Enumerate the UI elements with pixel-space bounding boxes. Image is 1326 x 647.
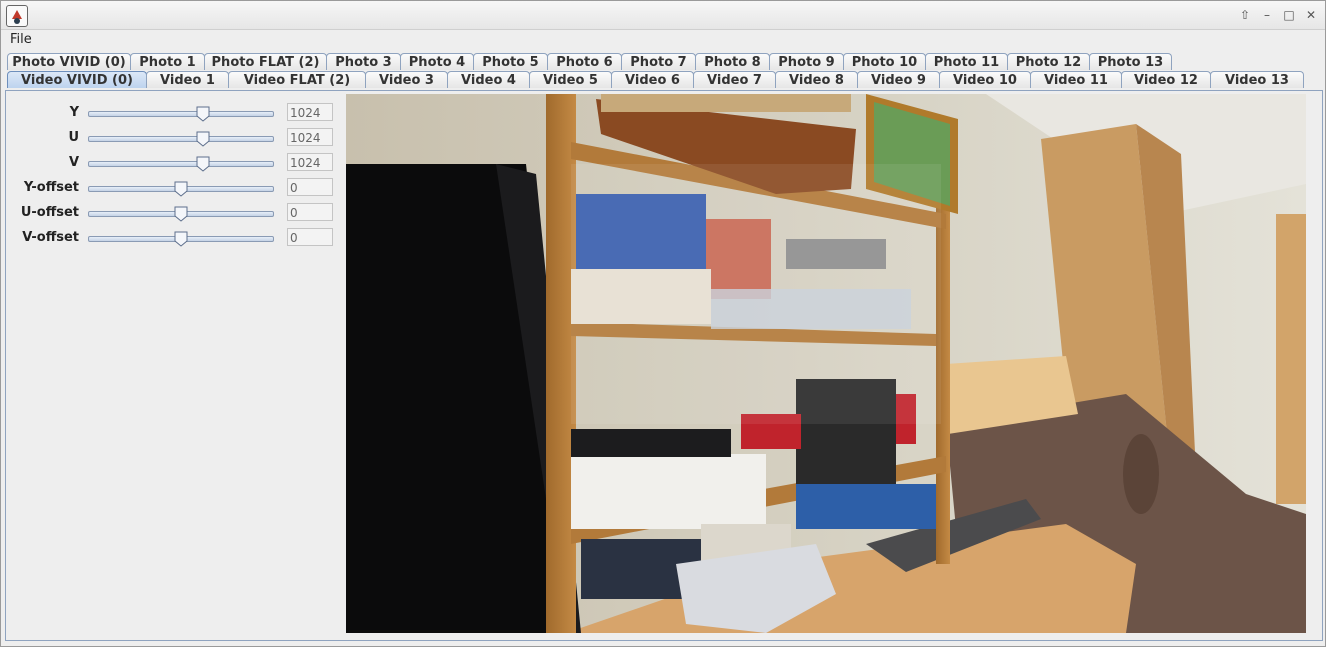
camera-preview-image	[346, 94, 1306, 633]
slider-track[interactable]	[88, 206, 274, 222]
slider-row: V 1024	[6, 153, 342, 173]
photo-tab-5[interactable]: Photo 5	[473, 53, 548, 70]
slider-thumb-icon[interactable]	[174, 206, 188, 222]
video-tab-6[interactable]: Video 6	[611, 71, 694, 88]
slider-thumb-icon[interactable]	[196, 131, 210, 147]
video-tab-3[interactable]: Video 3	[365, 71, 448, 88]
video-tab-2[interactable]: Video FLAT (2)	[228, 71, 366, 88]
slider-track[interactable]	[88, 231, 274, 247]
video-tab-12[interactable]: Video 12	[1121, 71, 1211, 88]
photo-tab-3[interactable]: Photo 3	[326, 53, 401, 70]
photo-tab-1[interactable]: Photo 1	[130, 53, 205, 70]
slider-row: U 1024	[6, 128, 342, 148]
slider-label: V-offset	[22, 230, 79, 245]
photo-tab-13[interactable]: Photo 13	[1089, 53, 1172, 70]
slider-thumb-icon[interactable]	[196, 106, 210, 122]
video-tab-7[interactable]: Video 7	[693, 71, 776, 88]
menu-bar: File	[1, 30, 1325, 50]
slider-track[interactable]	[88, 106, 274, 122]
file-menu[interactable]: File	[10, 32, 32, 47]
title-bar: ⇧ – □ ✕	[1, 1, 1325, 30]
slider-label: Y-offset	[23, 180, 79, 195]
slider-label: U	[68, 130, 79, 145]
slider-track[interactable]	[88, 131, 274, 147]
slider-thumb-icon[interactable]	[174, 181, 188, 197]
minimize-icon[interactable]: –	[1259, 7, 1275, 23]
photo-tab-2[interactable]: Photo FLAT (2)	[204, 53, 327, 70]
slider-value-field[interactable]: 1024	[287, 153, 333, 171]
video-tab-5[interactable]: Video 5	[529, 71, 612, 88]
video-tab-0[interactable]: Video VIVID (0)	[7, 71, 147, 88]
video-tab-9[interactable]: Video 9	[857, 71, 940, 88]
photo-tab-9[interactable]: Photo 9	[769, 53, 844, 70]
java-app-icon	[6, 5, 28, 27]
photo-tab-10[interactable]: Photo 10	[843, 53, 926, 70]
slider-row: Y-offset 0	[6, 178, 342, 198]
photo-tab-8[interactable]: Photo 8	[695, 53, 770, 70]
photo-tab-4[interactable]: Photo 4	[400, 53, 474, 70]
photo-tab-11[interactable]: Photo 11	[925, 53, 1008, 70]
photo-tab-0[interactable]: Photo VIVID (0)	[7, 53, 131, 70]
slider-track[interactable]	[88, 181, 274, 197]
slider-thumb-icon[interactable]	[174, 231, 188, 247]
slider-label: Y	[69, 105, 79, 120]
photo-tab-6[interactable]: Photo 6	[547, 53, 622, 70]
video-tab-8[interactable]: Video 8	[775, 71, 858, 88]
slider-value-field[interactable]: 0	[287, 203, 333, 221]
video-tab-13[interactable]: Video 13	[1210, 71, 1304, 88]
slider-row: Y 1024	[6, 103, 342, 123]
slider-value-field[interactable]: 0	[287, 228, 333, 246]
up-arrow-icon[interactable]: ⇧	[1237, 7, 1253, 23]
video-tab-11[interactable]: Video 11	[1030, 71, 1122, 88]
photo-tab-7[interactable]: Photo 7	[621, 53, 696, 70]
close-icon[interactable]: ✕	[1303, 7, 1319, 23]
slider-row: U-offset 0	[6, 203, 342, 223]
slider-row: V-offset 0	[6, 228, 342, 248]
photo-tab-12[interactable]: Photo 12	[1007, 53, 1090, 70]
slider-thumb-icon[interactable]	[196, 156, 210, 172]
video-tab-4[interactable]: Video 4	[447, 71, 530, 88]
app-window: ⇧ – □ ✕ File Photo VIVID (0) Photo 1 Photo…	[0, 0, 1326, 647]
maximize-icon[interactable]: □	[1281, 7, 1297, 23]
video-tab-10[interactable]: Video 10	[939, 71, 1031, 88]
video-tab-1[interactable]: Video 1	[146, 71, 229, 88]
content-panel: Y 1024 U 1024 V 1024 Y-offset 0 U-offset 0 V-offse…	[5, 90, 1323, 641]
slider-value-field[interactable]: 1024	[287, 128, 333, 146]
slider-track[interactable]	[88, 156, 274, 172]
slider-value-field[interactable]: 0	[287, 178, 333, 196]
slider-label: V	[68, 155, 79, 170]
slider-value-field[interactable]: 1024	[287, 103, 333, 121]
slider-label: U-offset	[20, 205, 79, 220]
